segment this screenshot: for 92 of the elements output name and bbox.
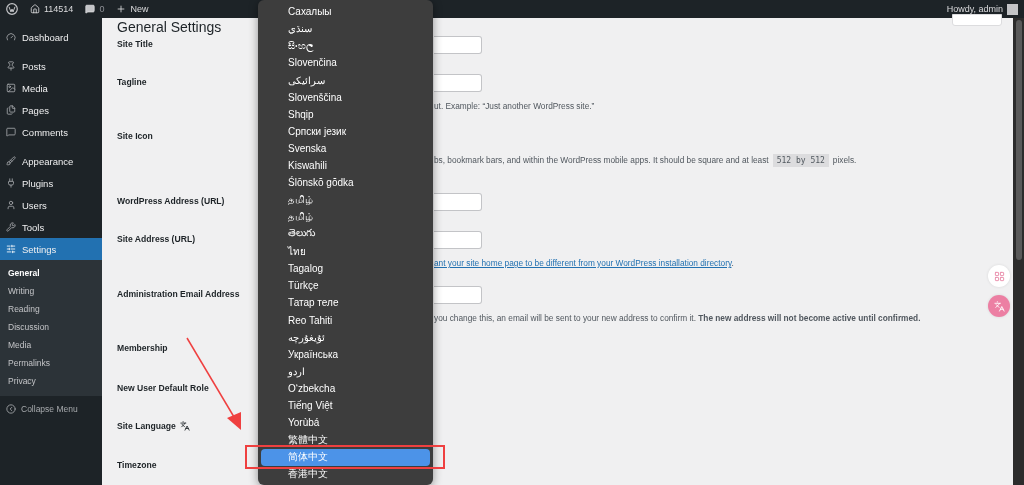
plug-icon — [6, 178, 16, 188]
text-field[interactable] — [434, 36, 482, 54]
field-description: ant your site home page to be different from your WordPress installation directory. — [434, 258, 734, 268]
pages-icon — [6, 105, 16, 115]
language-option[interactable]: Yorùbá — [261, 414, 430, 432]
language-option[interactable]: Slovenčina — [261, 54, 430, 72]
submenu-item[interactable]: Permalinks — [0, 354, 102, 372]
gauge-icon — [6, 32, 16, 42]
sidebar-item[interactable]: Dashboard — [0, 26, 102, 48]
sidebar-item[interactable]: Users — [0, 194, 102, 216]
language-option[interactable]: සිංහල — [261, 37, 430, 55]
plus-icon[interactable] — [116, 4, 127, 14]
sidebar-item[interactable]: Comments — [0, 121, 102, 143]
language-option[interactable]: Українська — [261, 345, 430, 363]
submenu-item[interactable]: Discussion — [0, 318, 102, 336]
sidebar-item[interactable]: Settings — [0, 238, 102, 260]
sidebar-item[interactable]: Posts — [0, 55, 102, 77]
new-link[interactable]: New — [130, 4, 149, 14]
language-option[interactable]: Reo Tahiti — [261, 311, 430, 329]
language-option[interactable]: O‘zbekcha — [261, 380, 430, 398]
field-description: you change this, an email will be sent to your new address to confirm it. The new address will not become active until confirmed. — [434, 313, 921, 323]
field-description: ut. Example: “Just another WordPress site.” — [434, 101, 595, 111]
text-field[interactable] — [434, 193, 482, 211]
submenu-item[interactable]: General — [0, 264, 102, 282]
submenu-item[interactable]: Writing — [0, 282, 102, 300]
row-label: Timezone — [117, 460, 157, 470]
grid-button[interactable] — [988, 265, 1010, 287]
speech-bubble-icon — [6, 127, 16, 137]
language-option[interactable]: Ślōnskŏ gŏdka — [261, 174, 430, 192]
chevron-left-icon — [6, 404, 16, 414]
row-label: New User Default Role — [117, 383, 209, 393]
submenu-item[interactable]: Reading — [0, 300, 102, 318]
scrollbar[interactable] — [1013, 18, 1024, 485]
user-icon — [6, 200, 16, 210]
row-label: Tagline — [117, 77, 147, 87]
language-option[interactable]: Сахалыы — [261, 3, 430, 21]
help-tab[interactable] — [952, 14, 1002, 26]
language-option[interactable]: Kiswahili — [261, 157, 430, 175]
avatar[interactable] — [1007, 3, 1018, 15]
row-label: Site Icon — [117, 131, 153, 141]
language-option[interactable]: தமிழ் — [261, 191, 430, 209]
page-title: General Settings — [117, 18, 222, 36]
language-option[interactable]: Türkçe — [261, 277, 430, 295]
language-option[interactable]: اردو — [261, 362, 430, 381]
collapse-menu-button[interactable]: Collapse Menu — [0, 398, 102, 420]
row-label: Site Title — [117, 39, 153, 49]
language-option[interactable]: Slovenščina — [261, 88, 430, 106]
sidebar-item[interactable]: Plugins — [0, 172, 102, 194]
sidebar-item[interactable]: Appearance — [0, 150, 102, 172]
field-description: bs, bookmark bars, and within the WordPress mobile apps. It should be square and at least 512 by 512 pixels. — [434, 155, 857, 165]
translate-icon — [993, 300, 1005, 312]
row-label: WordPress Address (URL) — [117, 196, 225, 206]
wordpress-logo-icon[interactable] — [6, 3, 18, 15]
language-option[interactable]: ئۇيغۇرچە — [261, 328, 430, 346]
submenu-item[interactable]: Media — [0, 336, 102, 354]
translate-icon — [179, 421, 190, 431]
image-icon — [6, 83, 16, 93]
speech-bubble-icon[interactable] — [85, 4, 96, 14]
language-option[interactable]: Shqip — [261, 105, 430, 123]
language-option[interactable]: Svenska — [261, 140, 430, 158]
grid-icon — [993, 270, 1005, 282]
sidebar-item[interactable]: Tools — [0, 216, 102, 238]
sliders-icon — [6, 244, 16, 254]
sidebar-item[interactable]: Pages — [0, 99, 102, 121]
pin-icon — [6, 61, 16, 71]
row-label: Site Language — [117, 421, 176, 431]
language-option[interactable]: 繁體中文 — [261, 431, 430, 449]
sidebar-item[interactable]: Media — [0, 77, 102, 99]
text-field[interactable] — [434, 286, 482, 304]
language-option[interactable]: Tiếng Việt — [261, 397, 430, 415]
site-link[interactable]: 114514 — [44, 4, 74, 14]
language-option[interactable]: ไทย — [261, 242, 430, 261]
submenu-item[interactable]: Privacy — [0, 372, 102, 390]
row-label: Site Address (URL) — [117, 234, 195, 244]
language-option[interactable]: سرائیکی — [261, 71, 430, 89]
account-link[interactable]: Howdy, admin — [946, 4, 1003, 14]
row-label: Administration Email Address — [117, 289, 240, 299]
brush-icon — [6, 156, 16, 166]
translate-button[interactable] — [988, 295, 1010, 317]
language-option[interactable]: தமிழ் — [261, 208, 430, 226]
language-option[interactable]: తెలుగు — [261, 225, 430, 243]
language-option[interactable]: 香港中文 — [261, 465, 430, 483]
language-option[interactable]: سنڌي — [261, 20, 430, 38]
text-field[interactable] — [434, 231, 482, 249]
comment-count[interactable]: 0 — [99, 4, 105, 14]
language-option[interactable]: Српски језик — [261, 123, 430, 141]
language-option[interactable]: Tagalog — [261, 260, 430, 278]
language-option[interactable]: Татар теле — [261, 294, 430, 312]
row-label: Membership — [117, 343, 168, 353]
text-field[interactable] — [434, 74, 482, 92]
wrench-icon — [6, 222, 16, 232]
home-icon[interactable] — [30, 4, 40, 14]
